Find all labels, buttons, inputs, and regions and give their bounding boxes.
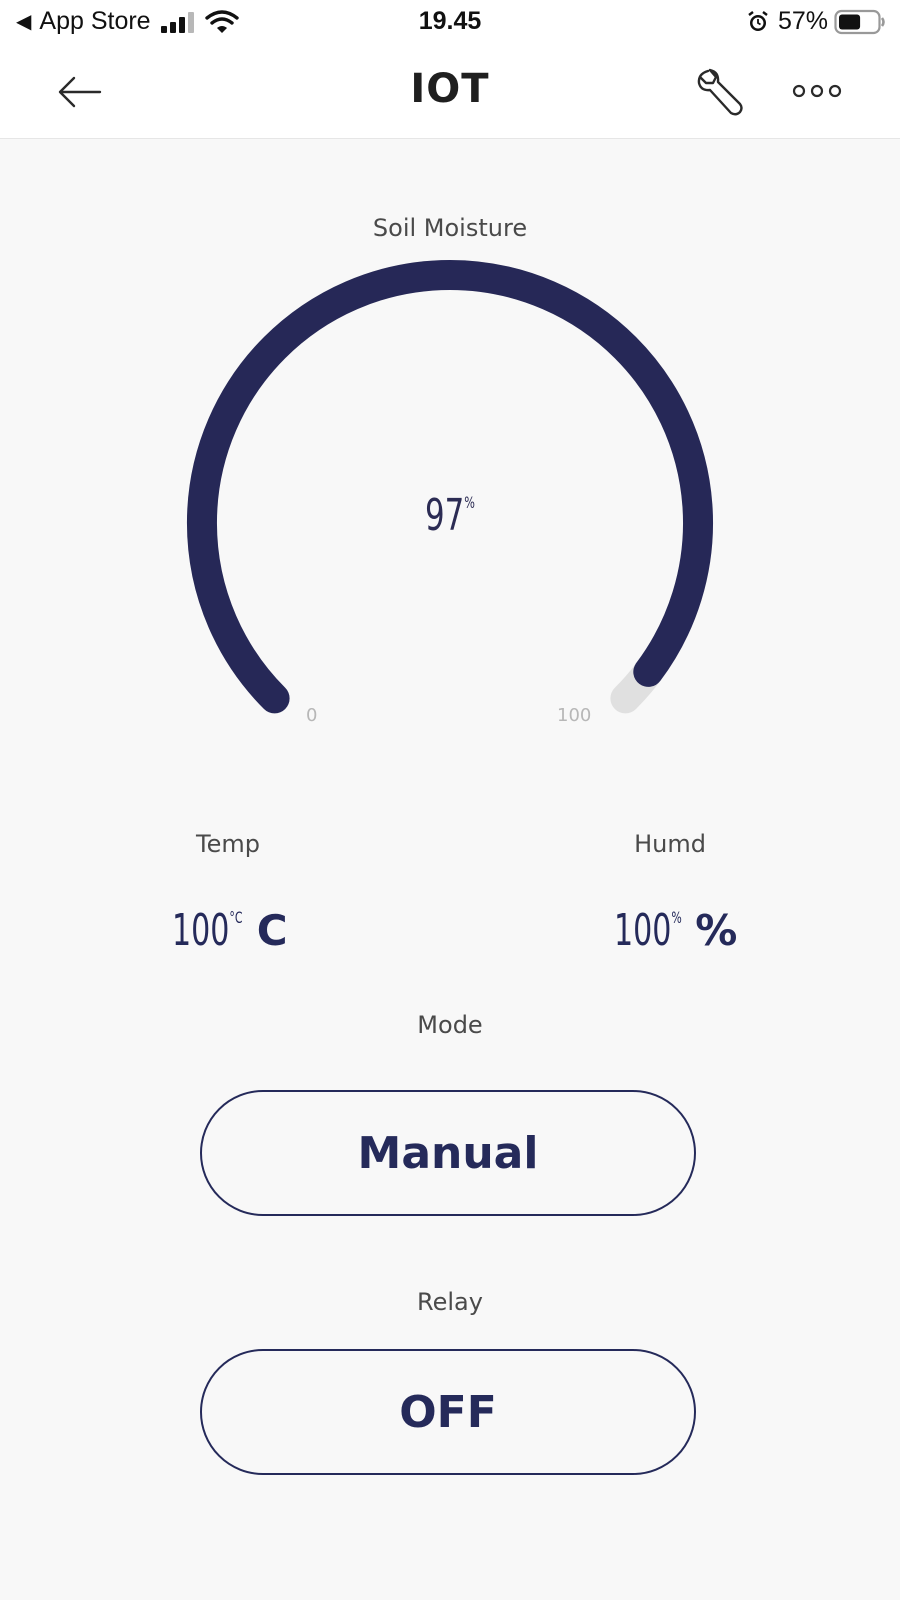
temp-value-unit: °C [229,908,243,927]
gauge-value-number: 97 [425,490,465,541]
gauge-value: 97% [372,490,528,541]
gauge-min-label: 0 [306,705,318,726]
temp-label: Temp [196,830,260,858]
relay-button[interactable]: OFF [200,1349,696,1475]
humd-value-unit: % [671,908,682,927]
soil-moisture-gauge [186,259,714,714]
temp-readout: 100°C C [172,905,288,956]
temp-value-number: 100 [172,905,230,956]
humd-label: Humd [634,830,706,858]
gauge-value-unit: % [464,493,475,512]
humd-readout: 100% % [614,905,737,956]
mode-label: Mode [417,1011,483,1039]
gauge-max-label: 100 [557,705,592,726]
humd-value-number: 100 [614,905,672,956]
mode-button[interactable]: Manual [200,1090,696,1216]
relay-label: Relay [417,1288,483,1316]
humd-value: 100% [614,905,682,956]
gauge-fill [186,259,713,714]
humd-unit: % [695,906,738,955]
temp-value: 100°C [172,905,243,956]
app-screen: ◀ App Store 19.45 57% IOT Soil Moisture … [0,0,900,1600]
temp-unit: C [256,906,288,955]
